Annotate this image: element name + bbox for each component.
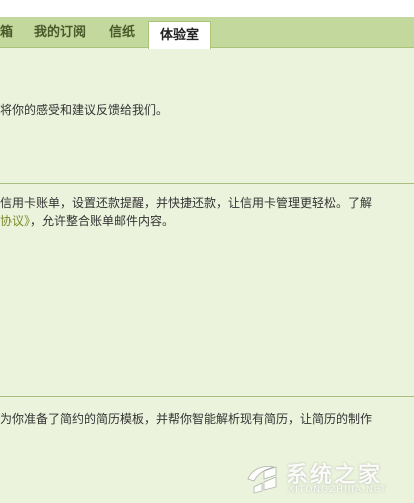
watermark-url: XITONGZHIJIA.NET [288, 485, 387, 495]
agreement-rest-text: ，允许整合账单邮件内容。 [30, 214, 175, 228]
page: 箱 我的订阅 信纸 体验室 将你的感受和建议反馈给我们。 信用卡账单，设置还款提… [0, 0, 414, 503]
tab-lab[interactable]: 体验室 [148, 21, 211, 49]
credit-card-agreement-line: 协议》，允许整合账单邮件内容。 [0, 212, 174, 230]
watermark: 系统之家 XITONGZHIJIA.NET [224, 455, 410, 499]
credit-card-description: 信用卡账单，设置还款提醒，并快捷还款，让信用卡管理更轻松。了解 [0, 196, 373, 210]
feedback-text: 将你的感受和建议反馈给我们。 [0, 103, 169, 117]
section-divider [0, 183, 414, 184]
tab-mailbox[interactable]: 箱 [0, 17, 13, 47]
agreement-link[interactable]: 协议》 [0, 214, 30, 228]
resume-description: 为你准备了简约的简历模板，并帮你智能解析现有简历，让简历的制作 [0, 412, 373, 426]
section-divider [0, 396, 414, 397]
windows-logo-icon [247, 466, 277, 494]
tab-bar: 箱 我的订阅 信纸 体验室 [0, 17, 414, 49]
top-strip [0, 0, 414, 17]
tab-my-subscriptions[interactable]: 我的订阅 [34, 17, 86, 47]
tab-stationery[interactable]: 信纸 [109, 17, 135, 47]
